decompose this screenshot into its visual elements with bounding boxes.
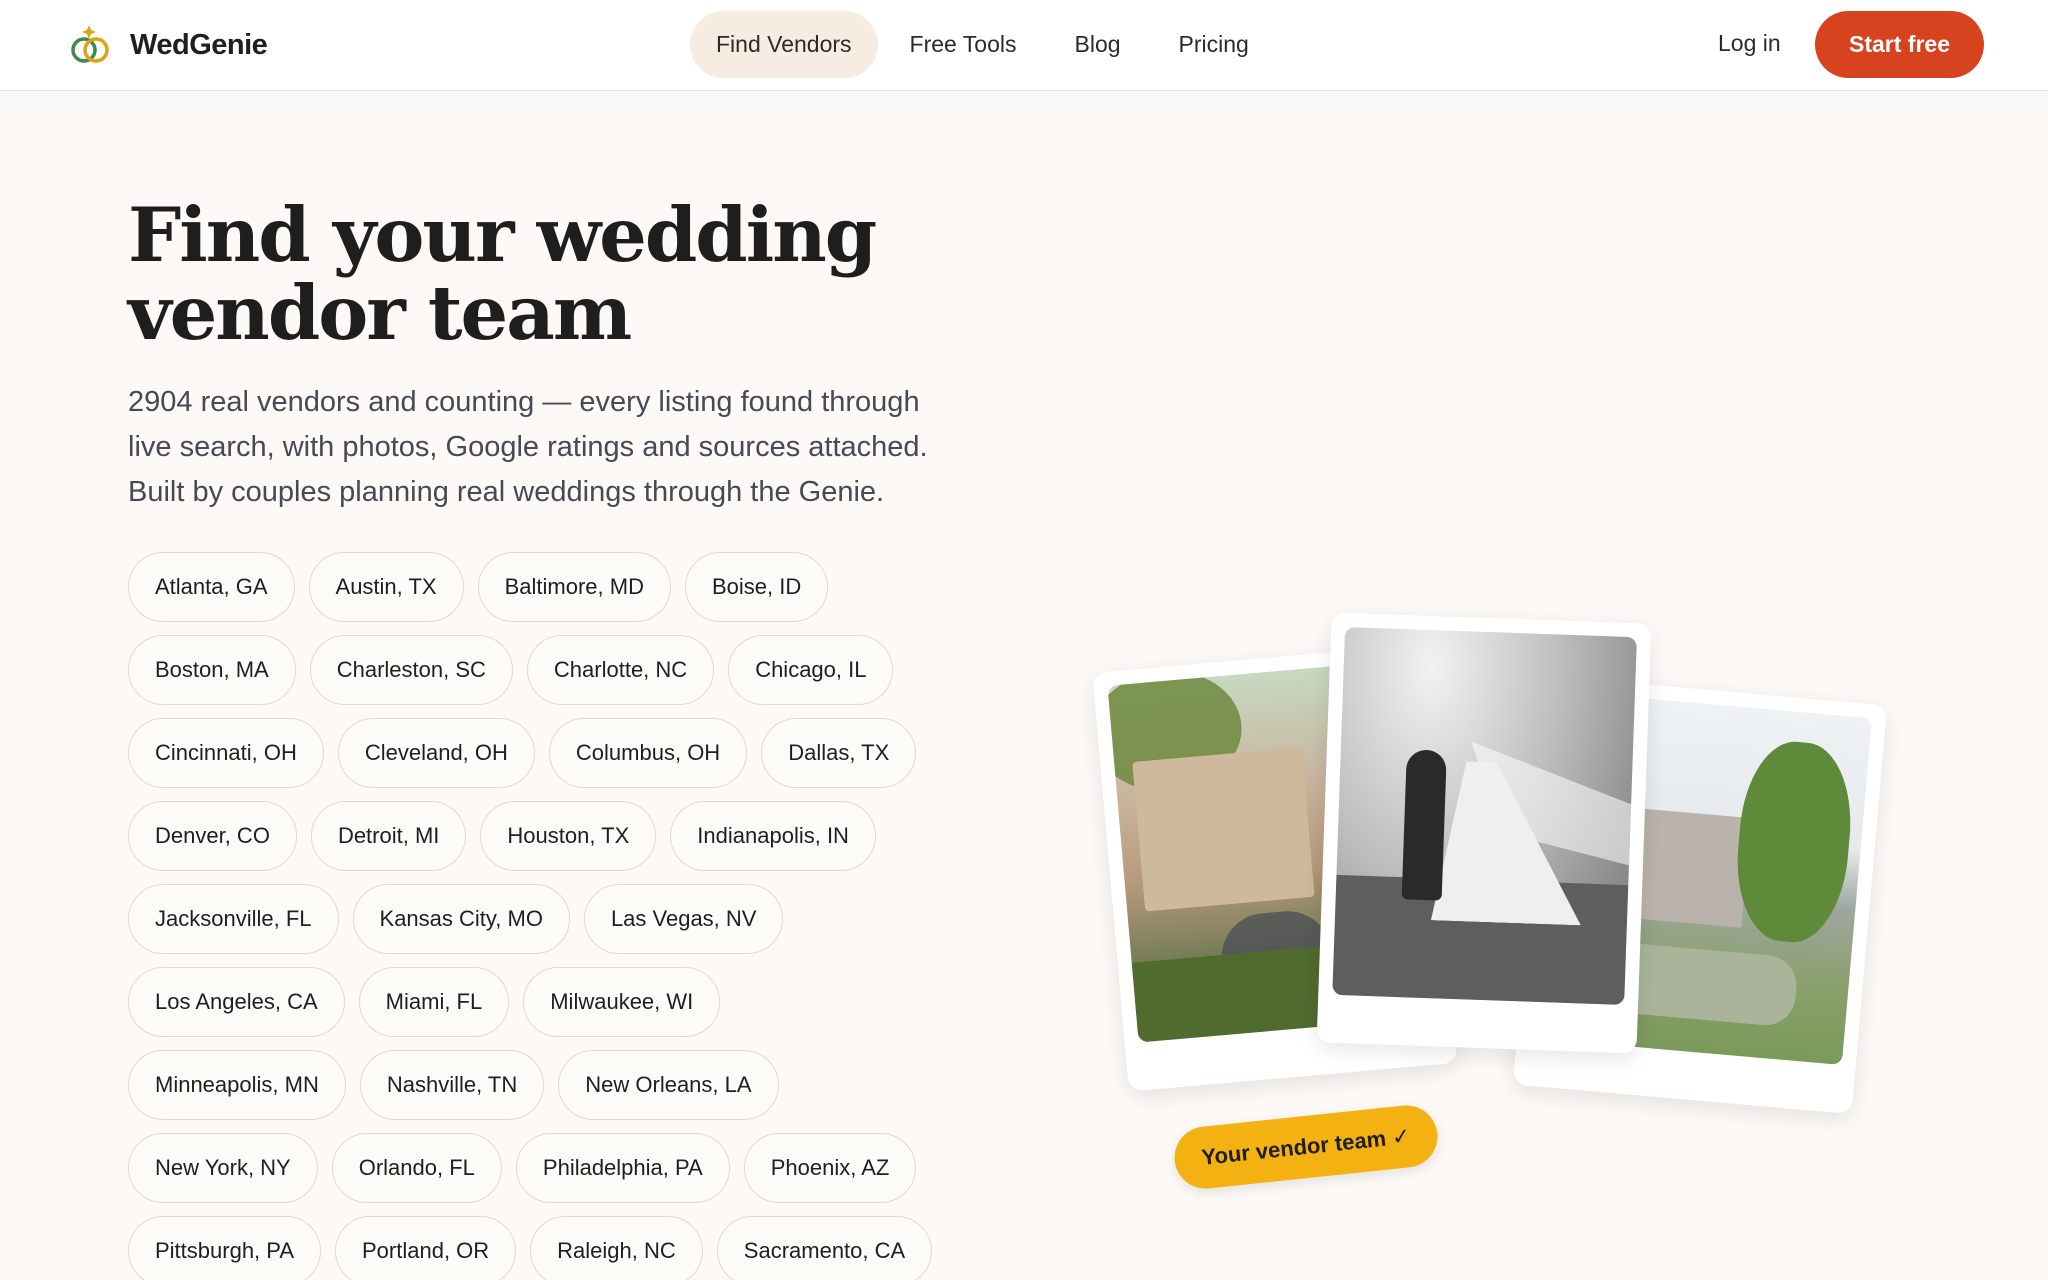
city-chip[interactable]: Minneapolis, MN xyxy=(128,1050,346,1120)
city-chip[interactable]: Miami, FL xyxy=(358,967,510,1037)
city-chip[interactable]: Phoenix, AZ xyxy=(743,1133,917,1203)
city-row: New York, NY Orlando, FL Philadelphia, P… xyxy=(128,1133,1008,1203)
header-divider-strip xyxy=(0,92,2048,108)
city-chip[interactable]: Atlanta, GA xyxy=(128,552,295,622)
city-chip[interactable]: Charlotte, NC xyxy=(526,635,715,705)
hero-title-line: vendor team xyxy=(128,269,632,357)
city-chip-list: Atlanta, GA Austin, TX Baltimore, MD Boi… xyxy=(128,552,1008,1280)
city-row: Denver, CO Detroit, MI Houston, TX India… xyxy=(128,801,1008,871)
city-chip[interactable]: New York, NY xyxy=(128,1133,318,1203)
hero-title: Find your wedding vendor team xyxy=(128,196,1028,352)
city-chip[interactable]: Dallas, TX xyxy=(761,718,917,788)
photo-image xyxy=(1332,627,1637,1005)
hero-subtitle-line: live search, with photos, Google ratings… xyxy=(128,431,928,463)
couple-portrait-photo xyxy=(1316,612,1652,1054)
city-chip[interactable]: Los Angeles, CA xyxy=(128,967,345,1037)
city-chip[interactable]: Baltimore, MD xyxy=(477,552,671,622)
city-chip[interactable]: Jacksonville, FL xyxy=(128,884,339,954)
login-link[interactable]: Log in xyxy=(1718,30,1781,57)
city-chip[interactable]: Nashville, TN xyxy=(359,1050,545,1120)
nav-find-vendors[interactable]: Find Vendors xyxy=(690,11,878,78)
nav-pricing[interactable]: Pricing xyxy=(1153,11,1275,78)
city-row: Atlanta, GA Austin, TX Baltimore, MD Boi… xyxy=(128,552,1008,622)
city-chip[interactable]: Cincinnati, OH xyxy=(128,718,324,788)
start-free-button[interactable]: Start free xyxy=(1815,11,1984,78)
city-chip[interactable]: Chicago, IL xyxy=(728,635,894,705)
city-row: Minneapolis, MN Nashville, TN New Orlean… xyxy=(128,1050,1008,1120)
city-chip[interactable]: Denver, CO xyxy=(128,801,297,871)
site-header: WedGenie Find Vendors Free Tools Blog Pr… xyxy=(0,0,2048,91)
brand-logo[interactable]: WedGenie xyxy=(68,22,268,68)
city-chip[interactable]: Sacramento, CA xyxy=(716,1216,933,1280)
city-chip[interactable]: Portland, OR xyxy=(335,1216,517,1280)
city-row: Cincinnati, OH Cleveland, OH Columbus, O… xyxy=(128,718,1008,788)
city-chip[interactable]: Columbus, OH xyxy=(548,718,748,788)
city-chip[interactable]: Raleigh, NC xyxy=(530,1216,703,1280)
city-row: Pittsburgh, PA Portland, OR Raleigh, NC … xyxy=(128,1216,1008,1280)
city-chip[interactable]: Pittsburgh, PA xyxy=(128,1216,321,1280)
hero-subtitle-line: Built by couples planning real weddings … xyxy=(128,476,885,508)
city-chip[interactable]: Milwaukee, WI xyxy=(523,967,721,1037)
city-chip[interactable]: New Orleans, LA xyxy=(558,1050,779,1120)
hero-subtitle: 2904 real vendors and counting — every l… xyxy=(128,380,1008,515)
city-chip[interactable]: Boston, MA xyxy=(128,635,296,705)
city-chip[interactable]: Orlando, FL xyxy=(331,1133,502,1203)
brand-name: WedGenie xyxy=(130,28,268,61)
city-chip[interactable]: Charleston, SC xyxy=(309,635,513,705)
city-chip[interactable]: Indianapolis, IN xyxy=(670,801,876,871)
city-chip[interactable]: Boise, ID xyxy=(684,552,829,622)
nav-blog[interactable]: Blog xyxy=(1049,11,1147,78)
main-nav: Find Vendors Free Tools Blog Pricing xyxy=(690,11,1281,78)
hero-subtitle-line: 2904 real vendors and counting — every l… xyxy=(128,386,920,418)
city-chip[interactable]: Austin, TX xyxy=(308,552,464,622)
city-row: Los Angeles, CA Miami, FL Milwaukee, WI xyxy=(128,967,1008,1037)
city-row: Boston, MA Charleston, SC Charlotte, NC … xyxy=(128,635,1008,705)
rings-icon xyxy=(68,22,114,68)
nav-free-tools[interactable]: Free Tools xyxy=(884,11,1043,78)
city-chip[interactable]: Las Vegas, NV xyxy=(583,884,784,954)
hero-title-line: Find your wedding xyxy=(128,191,877,279)
city-row: Jacksonville, FL Kansas City, MO Las Veg… xyxy=(128,884,1008,954)
city-chip[interactable]: Houston, TX xyxy=(480,801,657,871)
city-chip[interactable]: Philadelphia, PA xyxy=(515,1133,730,1203)
city-chip[interactable]: Kansas City, MO xyxy=(352,884,570,954)
city-chip[interactable]: Detroit, MI xyxy=(310,801,467,871)
city-chip[interactable]: Cleveland, OH xyxy=(337,718,535,788)
